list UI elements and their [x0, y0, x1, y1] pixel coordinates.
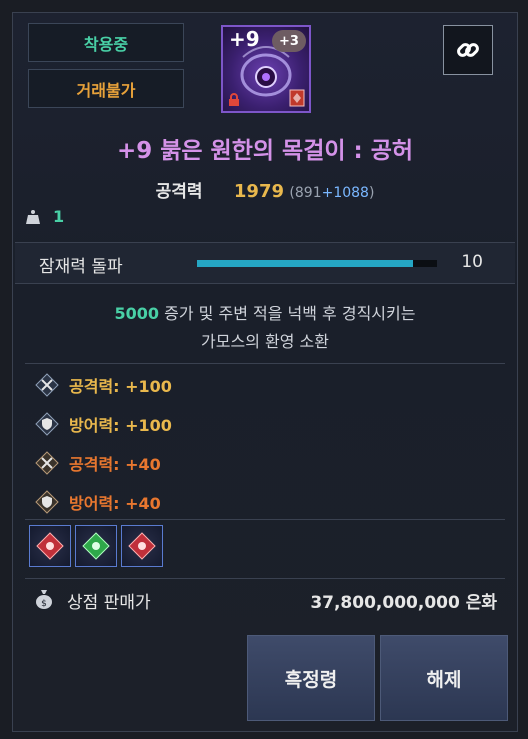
item-icon[interactable]: +9 +3 [221, 25, 311, 113]
bonus-row: 공격력: +100 [35, 373, 172, 397]
crystal-slot[interactable] [29, 525, 71, 567]
attack-bonus: +1088 [321, 185, 369, 201]
bonus-text: 공격력: +100 [69, 377, 172, 396]
crossed-swords-icon [35, 451, 59, 475]
attack-total: 1979 [233, 181, 284, 202]
red-crystal-icon [128, 532, 156, 560]
item-description: 5000 증가 및 주변 적을 넉백 후 경직시키는 가모스의 환영 소환 [13, 300, 517, 356]
weight-row: 1 [25, 207, 64, 226]
attack-label: 공격력 [155, 182, 203, 202]
equipped-tag: 착용중 [28, 23, 184, 62]
bonus-text: 방어력: +40 [69, 494, 161, 513]
crystal-slot[interactable] [75, 525, 117, 567]
potential-label: 잠재력 돌파 [39, 257, 123, 277]
divider [25, 578, 505, 579]
attack-stat-row: 공격력 1979 (891+1088) [13, 177, 517, 202]
attack-base: 891 [294, 185, 322, 201]
description-highlight: 5000 [114, 304, 160, 323]
enhance-badge: +3 [272, 30, 306, 52]
item-name: +9 붉은 원한의 목걸이 : 공허 [116, 138, 414, 164]
untradeable-tag: 거래불가 [28, 69, 184, 108]
link-button[interactable] [443, 25, 493, 75]
divider [25, 519, 505, 520]
description-line-1-text: 증가 및 주변 적을 넉백 후 경직시키는 [159, 304, 416, 323]
lock-icon [229, 93, 239, 106]
link-icon [457, 43, 479, 57]
bonus-row: 방어력: +40 [35, 490, 161, 514]
sale-label: 상점 판매가 [67, 593, 151, 613]
green-crystal-icon [82, 532, 110, 560]
red-crystal-icon [36, 532, 64, 560]
svg-text:$: $ [41, 599, 47, 609]
weight-value: 1 [53, 207, 65, 226]
weight-icon [26, 209, 40, 224]
shop-sale-row: $ 상점 판매가 37,800,000,000 은화 [13, 585, 517, 615]
attack-breakdown: (891+1088) [289, 185, 375, 201]
black-spirit-button[interactable]: 흑정령 [247, 635, 375, 721]
unequip-button[interactable]: 해제 [380, 635, 508, 721]
money-bag-icon: $ [36, 590, 52, 609]
crossed-swords-icon [35, 373, 59, 397]
potential-row: 잠재력 돌파 10 [15, 242, 515, 284]
gem-socket-icon [289, 89, 305, 107]
item-tooltip-panel: 착용중 거래불가 +9 +3 +9 붉은 원한의 목걸이 : 공허 공격력 19… [12, 12, 518, 732]
sale-value: 37,800,000,000 은화 [310, 593, 497, 613]
divider [25, 363, 505, 364]
potential-value: 10 [461, 252, 483, 272]
crystal-slot[interactable] [121, 525, 163, 567]
shield-icon [35, 412, 59, 436]
crystal-slots [29, 525, 163, 567]
bonus-row: 공격력: +40 [35, 451, 161, 475]
potential-bar-fill [197, 260, 413, 267]
enhance-level: +9 [229, 27, 260, 51]
description-line-2: 가모스의 환영 소환 [201, 332, 329, 351]
description-line-1: 5000 증가 및 주변 적을 넉백 후 경직시키는 [13, 300, 517, 328]
bonus-text: 방어력: +100 [69, 416, 172, 435]
bonus-row: 방어력: +100 [35, 412, 172, 436]
shield-icon [35, 490, 59, 514]
potential-bar [197, 260, 437, 267]
bonus-text: 공격력: +40 [69, 455, 161, 474]
